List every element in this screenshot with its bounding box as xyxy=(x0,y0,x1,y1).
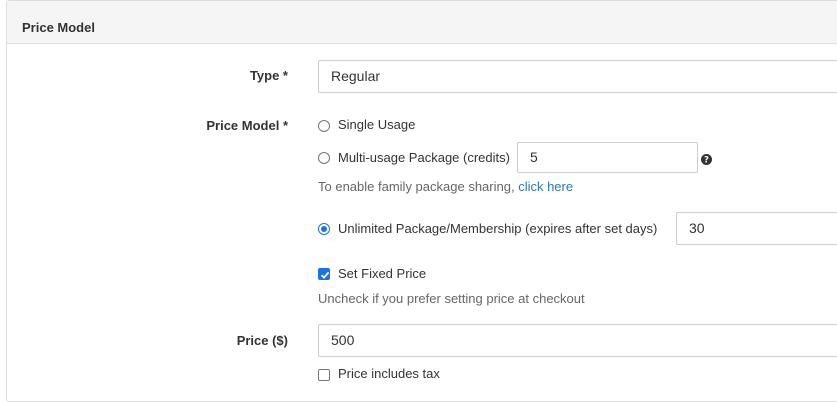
multi-usage-label[interactable]: Multi-usage Package (credits) xyxy=(338,150,510,165)
fixed-price-checkbox[interactable] xyxy=(318,268,330,280)
single-usage-radio[interactable] xyxy=(318,120,330,132)
family-note-text: To enable family package sharing, xyxy=(318,179,515,194)
expiry-days-input[interactable]: 30 xyxy=(676,212,837,245)
price-label: Price ($) xyxy=(236,333,288,348)
unlimited-package-label[interactable]: Unlimited Package/Membership (expires af… xyxy=(338,221,657,236)
type-select[interactable]: Regular xyxy=(318,60,837,93)
unlimited-package-radio[interactable] xyxy=(318,223,330,235)
family-sharing-link[interactable]: click here xyxy=(518,179,573,194)
checkmark-icon xyxy=(320,271,330,279)
type-label: Type * xyxy=(249,68,288,83)
price-model-label: Price Model * xyxy=(206,118,288,133)
price-includes-tax-checkbox[interactable] xyxy=(318,369,330,381)
price-includes-tax-label[interactable]: Price includes tax xyxy=(338,366,440,381)
single-usage-label[interactable]: Single Usage xyxy=(338,117,415,132)
family-sharing-note: To enable family package sharing, click … xyxy=(318,179,573,194)
question-circle-icon[interactable]: ? xyxy=(701,152,712,166)
svg-text:?: ? xyxy=(704,156,709,165)
credits-input[interactable]: 5 xyxy=(517,142,698,173)
panel-title: Price Model xyxy=(22,20,95,35)
panel-header: Price Model xyxy=(7,1,837,44)
price-input[interactable]: 500 xyxy=(318,324,837,357)
multi-usage-radio[interactable] xyxy=(318,152,330,164)
fixed-price-label[interactable]: Set Fixed Price xyxy=(338,266,426,281)
fixed-price-note: Uncheck if you prefer setting price at c… xyxy=(318,291,585,306)
